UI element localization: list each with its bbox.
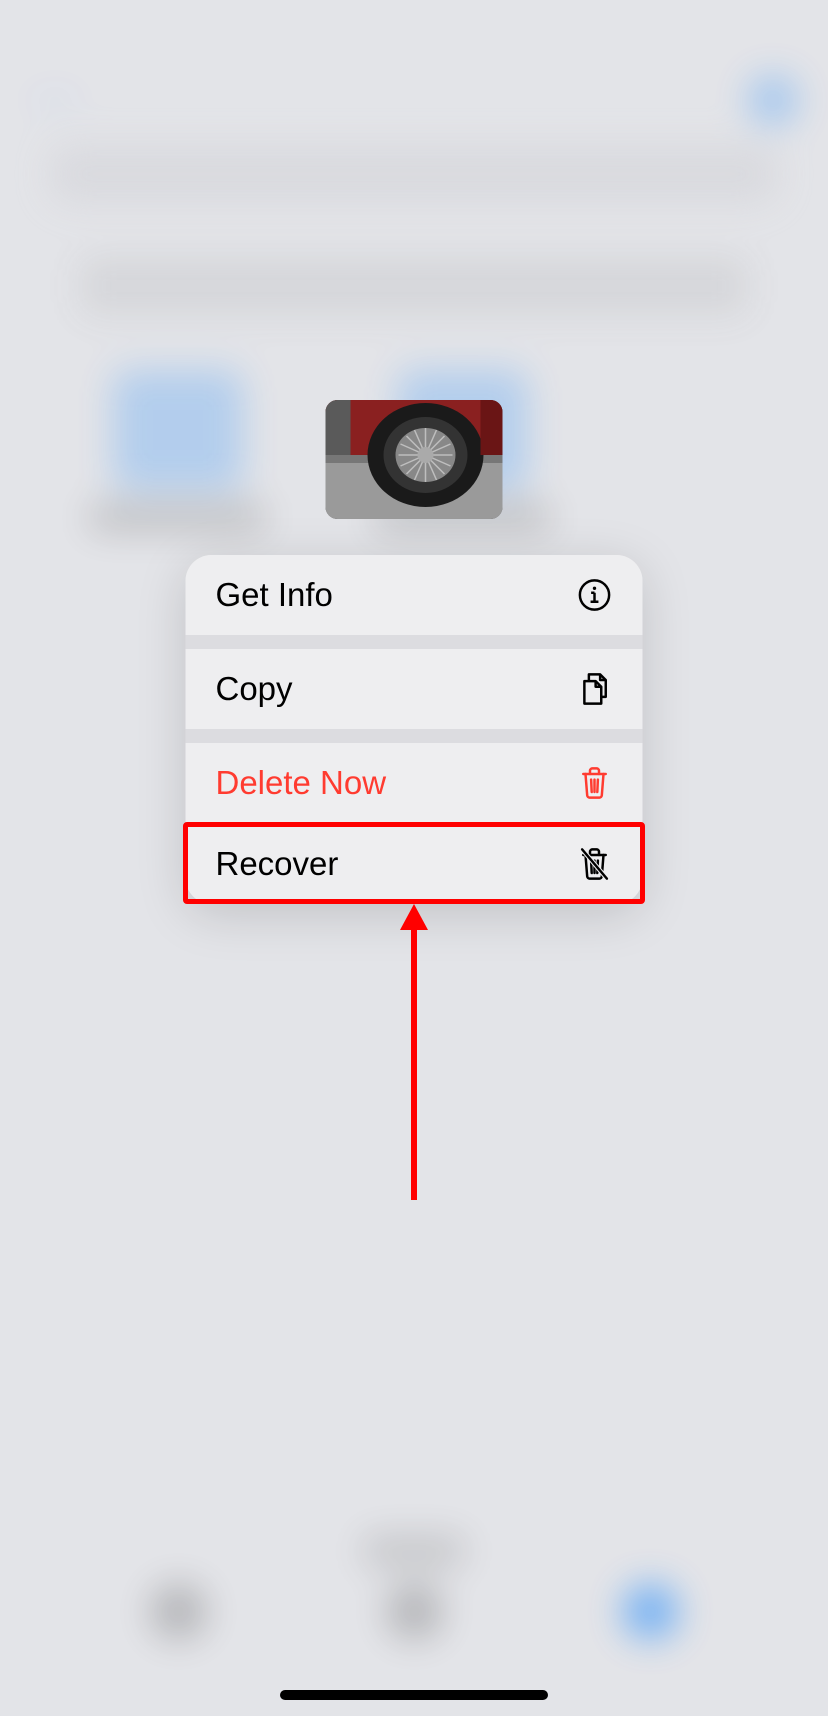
info-icon (577, 577, 613, 613)
menu-item-label: Get Info (216, 576, 333, 614)
copy-button[interactable]: Copy (186, 649, 643, 729)
menu-item-label: Copy (216, 670, 293, 708)
delete-now-button[interactable]: Delete Now (186, 743, 643, 823)
menu-separator (186, 635, 643, 649)
file-preview-thumbnail (326, 400, 503, 519)
menu-separator (186, 729, 643, 743)
recover-button[interactable]: Recover (186, 824, 643, 904)
get-info-button[interactable]: Get Info (186, 555, 643, 635)
context-menu: Get Info Copy Delete Now (186, 555, 643, 904)
trash-icon (577, 765, 613, 801)
home-indicator (280, 1690, 548, 1700)
copy-icon (577, 671, 613, 707)
menu-item-label: Delete Now (216, 764, 387, 802)
recover-trash-icon (577, 846, 613, 882)
menu-item-label: Recover (216, 845, 339, 883)
